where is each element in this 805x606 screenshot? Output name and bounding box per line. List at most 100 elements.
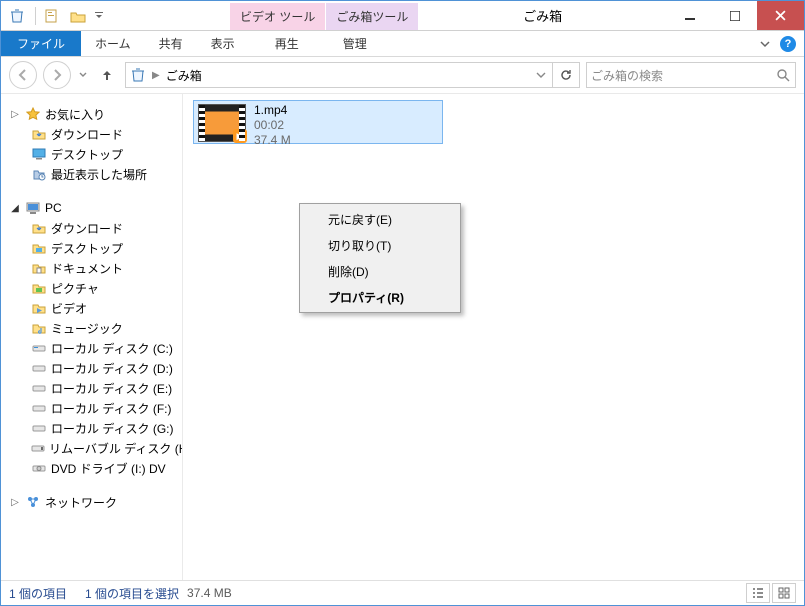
tree-pc-videos[interactable]: ビデオ <box>1 298 182 318</box>
status-selected-size: 37.4 MB <box>187 586 232 600</box>
tree-label: ローカル ディスク (C:) <box>51 340 173 357</box>
downloads-icon <box>31 220 47 236</box>
network-icon <box>25 494 41 510</box>
file-duration: 00:02 <box>254 118 291 133</box>
ribbon-tab-home[interactable]: ホーム <box>81 31 145 56</box>
status-selection: 1 個の項目を選択 37.4 MB <box>85 585 232 602</box>
ribbon-tab-manage[interactable]: 管理 <box>329 31 381 56</box>
tree-group-pc: ◢ PC ダウンロード デスクトップ ドキュメント <box>1 198 182 478</box>
view-details-button[interactable] <box>746 583 770 603</box>
navigation-pane[interactable]: ▷ お気に入り ダウンロード デスクトップ <box>1 94 183 580</box>
qat-customize-caret-icon[interactable] <box>92 5 106 27</box>
tree-disk-h-removable[interactable]: リムーバブル ディスク (H:) <box>1 438 182 458</box>
downloads-icon <box>31 126 47 142</box>
maximize-button[interactable] <box>712 1 757 30</box>
recyclebin-tools-tab[interactable]: ごみ箱ツール <box>325 3 418 30</box>
ctx-restore[interactable]: 元に戻す(E) <box>302 206 458 232</box>
file-size: 37.4 M <box>254 133 291 148</box>
tree-label: ローカル ディスク (D:) <box>51 360 173 377</box>
tree-disk-d[interactable]: ローカル ディスク (D:) <box>1 358 182 378</box>
ribbon-tab-share[interactable]: 共有 <box>145 31 197 56</box>
address-dropdown-icon[interactable] <box>532 70 550 80</box>
nav-back-button[interactable] <box>9 61 37 89</box>
nav-forward-button[interactable] <box>43 61 71 89</box>
refresh-button[interactable] <box>553 62 580 88</box>
tree-label: リムーバブル ディスク (H:) <box>49 440 183 457</box>
nav-history-dropdown-icon[interactable] <box>77 71 89 79</box>
minimize-button[interactable] <box>667 1 712 30</box>
tree-fav-recent[interactable]: 最近表示した場所 <box>1 164 182 184</box>
tree-fav-downloads[interactable]: ダウンロード <box>1 124 182 144</box>
twisty-collapsed-icon[interactable]: ▷ <box>9 497 21 508</box>
expand-ribbon-icon[interactable] <box>756 35 774 53</box>
tree-label: ローカル ディスク (E:) <box>51 380 172 397</box>
recent-places-icon <box>31 166 47 182</box>
tree-fav-desktop[interactable]: デスクトップ <box>1 144 182 164</box>
window-controls <box>667 1 804 30</box>
ctx-cut[interactable]: 切り取り(T) <box>302 232 458 258</box>
ribbon-tab-view[interactable]: 表示 <box>197 31 249 56</box>
tree-label: お気に入り <box>45 106 105 123</box>
new-folder-qat-button[interactable] <box>66 5 90 27</box>
content-pane[interactable]: ▶ 1.mp4 00:02 37.4 M <box>183 94 804 580</box>
drive-icon <box>31 380 47 396</box>
documents-icon <box>31 260 47 276</box>
help-icon[interactable]: ? <box>780 36 796 52</box>
star-icon <box>25 106 41 122</box>
tree-network[interactable]: ▷ ネットワーク <box>1 492 182 512</box>
tree-label: ローカル ディスク (F:) <box>51 400 172 417</box>
body: ▷ お気に入り ダウンロード デスクトップ <box>1 94 804 580</box>
ribbon-tab-play[interactable]: 再生 <box>261 31 313 56</box>
tree-pc-desktop[interactable]: デスクトップ <box>1 238 182 258</box>
search-icon <box>775 68 791 82</box>
drive-icon <box>31 400 47 416</box>
address-field[interactable]: ▶ ごみ箱 <box>125 62 553 88</box>
recycle-bin-icon[interactable] <box>5 5 29 27</box>
tree-disk-g[interactable]: ローカル ディスク (G:) <box>1 418 182 438</box>
close-button[interactable] <box>757 1 804 30</box>
tree-group-favorites: ▷ お気に入り ダウンロード デスクトップ <box>1 104 182 184</box>
tree-pc[interactable]: ◢ PC <box>1 198 182 218</box>
tree-disk-c[interactable]: ローカル ディスク (C:) <box>1 338 182 358</box>
ctx-delete[interactable]: 削除(D) <box>302 258 458 284</box>
tree-label: ローカル ディスク (G:) <box>51 420 174 437</box>
context-menu: 元に戻す(E) 切り取り(T) 削除(D) プロパティ(R) <box>299 203 461 313</box>
video-tools-tab[interactable]: ビデオ ツール <box>230 3 325 30</box>
file-text: 1.mp4 00:02 37.4 M <box>254 103 291 148</box>
status-selected-count: 1 個の項目を選択 <box>85 585 179 602</box>
ribbon-tab-file[interactable]: ファイル <box>1 31 81 56</box>
address-bar: ▶ ごみ箱 ごみ箱の検索 <box>1 57 804 94</box>
tree-pc-music[interactable]: ミュージック <box>1 318 182 338</box>
removable-drive-icon <box>31 440 45 456</box>
properties-qat-button[interactable] <box>40 5 64 27</box>
view-switch <box>746 583 796 603</box>
status-bar: 1 個の項目 1 個の項目を選択 37.4 MB <box>1 580 804 605</box>
tree-dvd-i[interactable]: DVD ドライブ (I:) DV <box>1 458 182 478</box>
search-field[interactable]: ごみ箱の検索 <box>586 62 796 88</box>
breadcrumb-sep-icon: ▶ <box>152 70 160 81</box>
tree-label: ダウンロード <box>51 126 123 143</box>
ctx-properties[interactable]: プロパティ(R) <box>302 284 458 310</box>
tree-disk-f[interactable]: ローカル ディスク (F:) <box>1 398 182 418</box>
view-large-icons-button[interactable] <box>772 583 796 603</box>
quick-access-toolbar <box>1 1 112 30</box>
tree-favorites[interactable]: ▷ お気に入り <box>1 104 182 124</box>
ribbon: ファイル ホーム 共有 表示 再生 管理 ? <box>1 31 804 57</box>
search-placeholder: ごみ箱の検索 <box>591 67 775 84</box>
tree-group-network: ▷ ネットワーク <box>1 492 182 512</box>
breadcrumb-location[interactable]: ごみ箱 <box>166 67 202 84</box>
drive-icon <box>31 360 47 376</box>
recycle-bin-address-icon <box>130 67 146 83</box>
file-item-selected[interactable]: ▶ 1.mp4 00:02 37.4 M <box>193 100 443 144</box>
drive-icon <box>31 340 47 356</box>
tree-pc-downloads[interactable]: ダウンロード <box>1 218 182 238</box>
twisty-expanded-icon[interactable]: ◢ <box>9 203 21 214</box>
nav-up-button[interactable] <box>95 63 119 87</box>
tree-label: ドキュメント <box>51 260 123 277</box>
dvd-drive-icon <box>31 460 47 476</box>
tree-pc-pictures[interactable]: ピクチャ <box>1 278 182 298</box>
tree-pc-documents[interactable]: ドキュメント <box>1 258 182 278</box>
play-overlay-icon: ▶ <box>233 129 247 143</box>
tree-disk-e[interactable]: ローカル ディスク (E:) <box>1 378 182 398</box>
twisty-collapsed-icon[interactable]: ▷ <box>9 109 21 120</box>
